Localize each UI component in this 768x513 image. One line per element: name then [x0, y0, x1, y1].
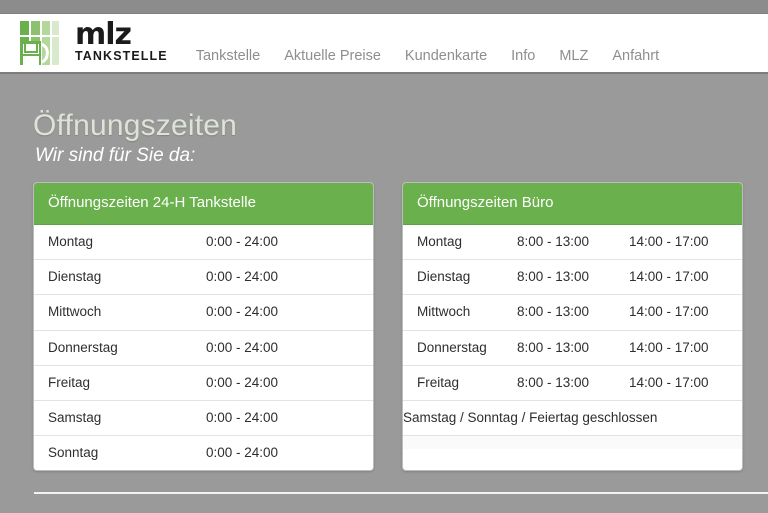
time-value: 0:00 - 24:00 — [206, 374, 279, 390]
main-navigation: Tankstelle Aktuelle Preise Kundenkarte I… — [184, 14, 671, 72]
logo-word: mlz — [75, 16, 132, 52]
table-row: Mittwoch 8:00 - 13:00 14:00 - 17:00 — [403, 294, 742, 330]
page-content: Öffnungszeiten Wir sind für Sie da: Öffn… — [0, 76, 768, 513]
nav-item-tankstelle[interactable]: Tankstelle — [184, 48, 272, 64]
table-row: Dienstag 8:00 - 13:00 14:00 - 17:00 — [403, 259, 742, 295]
table-row: Freitag 8:00 - 13:00 14:00 - 17:00 — [403, 365, 742, 400]
day-label: Donnerstag — [48, 339, 118, 355]
hours-table-buero: Montag 8:00 - 13:00 14:00 - 17:00 Dienst… — [403, 225, 742, 450]
day-label: Freitag — [48, 374, 91, 390]
nav-item-kundenkarte[interactable]: Kundenkarte — [393, 48, 499, 64]
table-row: Samstag 0:00 - 24:00 — [34, 400, 373, 435]
day-label: Mittwoch — [48, 304, 102, 320]
day-label: Montag — [48, 234, 94, 249]
logo-wordmark: mlz TANKSTELLE — [75, 16, 168, 65]
day-label: Samstag — [48, 409, 102, 425]
day-label: Sonntag — [48, 445, 99, 461]
opening-hours-panels: Öffnungszeiten 24-H Tankstelle Montag 0:… — [33, 182, 743, 472]
panel-body-buero: Montag 8:00 - 13:00 14:00 - 17:00 Dienst… — [403, 225, 742, 450]
nav-item-mlz[interactable]: MLZ — [547, 48, 600, 64]
closed-note: Samstag / Sonntag / Feiertag geschlossen — [403, 409, 658, 425]
nav-item-info[interactable]: Info — [499, 48, 547, 64]
day-label: Montag — [417, 234, 463, 249]
site-logo[interactable]: mlz TANKSTELLE — [20, 16, 168, 65]
day-label: Dienstag — [417, 269, 471, 285]
time-value: 0:00 - 24:00 — [206, 234, 279, 249]
table-row: Freitag 0:00 - 24:00 — [34, 365, 373, 400]
table-row: Montag 0:00 - 24:00 — [34, 225, 373, 260]
time-value: 0:00 - 24:00 — [206, 445, 279, 461]
page-subtitle: Wir sind für Sie da: — [35, 145, 196, 166]
nav-item-anfahrt[interactable]: Anfahrt — [600, 48, 671, 64]
day-label: Mittwoch — [417, 304, 471, 320]
panel-heading-buero: Öffnungszeiten Büro — [403, 183, 742, 225]
table-row-closed-note: Samstag / Sonntag / Feiertag geschlossen — [403, 400, 742, 435]
fuel-pump-bars-logo-icon — [20, 21, 66, 65]
time-value-afternoon: 14:00 - 17:00 — [629, 234, 709, 249]
panel-buero-hours: Öffnungszeiten Büro Montag 8:00 - 13:00 … — [402, 182, 743, 472]
footer-divider — [34, 492, 768, 494]
time-value-morning: 8:00 - 13:00 — [517, 269, 590, 285]
time-value: 0:00 - 24:00 — [206, 304, 279, 320]
day-label: Dienstag — [48, 269, 102, 285]
time-value: 0:00 - 24:00 — [206, 339, 279, 355]
panel-tankstelle-hours: Öffnungszeiten 24-H Tankstelle Montag 0:… — [33, 182, 374, 472]
time-value-morning: 8:00 - 13:00 — [517, 304, 590, 320]
logo-subtitle: TANKSTELLE — [75, 49, 168, 64]
time-value-afternoon: 14:00 - 17:00 — [629, 304, 709, 320]
hours-table-tankstelle: Montag 0:00 - 24:00 Dienstag 0:00 - 24:0… — [34, 225, 373, 470]
spacer-cell — [403, 435, 742, 450]
time-value-morning: 8:00 - 13:00 — [517, 339, 590, 355]
panel-heading-tankstelle: Öffnungszeiten 24-H Tankstelle — [34, 183, 373, 225]
table-row: Dienstag 0:00 - 24:00 — [34, 259, 373, 295]
table-row: Sonntag 0:00 - 24:00 — [34, 435, 373, 471]
table-row: Mittwoch 0:00 - 24:00 — [34, 294, 373, 330]
time-value-morning: 8:00 - 13:00 — [517, 234, 590, 249]
site-header: mlz TANKSTELLE Tankstelle Aktuelle Preis… — [0, 14, 768, 74]
panel-body-tankstelle: Montag 0:00 - 24:00 Dienstag 0:00 - 24:0… — [34, 225, 373, 471]
table-row: Donnerstag 8:00 - 13:00 14:00 - 17:00 — [403, 330, 742, 365]
table-row: Donnerstag 0:00 - 24:00 — [34, 330, 373, 365]
day-label: Freitag — [417, 374, 460, 390]
page-title: Öffnungszeiten — [33, 109, 238, 143]
table-row: Montag 8:00 - 13:00 14:00 - 17:00 — [403, 225, 742, 260]
top-strip — [0, 0, 768, 14]
time-value-afternoon: 14:00 - 17:00 — [629, 374, 709, 390]
nav-item-aktuelle-preise[interactable]: Aktuelle Preise — [272, 48, 393, 64]
time-value-afternoon: 14:00 - 17:00 — [629, 339, 709, 355]
time-value-afternoon: 14:00 - 17:00 — [629, 269, 709, 285]
time-value-morning: 8:00 - 13:00 — [517, 374, 590, 390]
table-row-spacer — [403, 435, 742, 450]
time-value: 0:00 - 24:00 — [206, 409, 279, 425]
time-value: 0:00 - 24:00 — [206, 269, 279, 285]
day-label: Donnerstag — [417, 339, 487, 355]
